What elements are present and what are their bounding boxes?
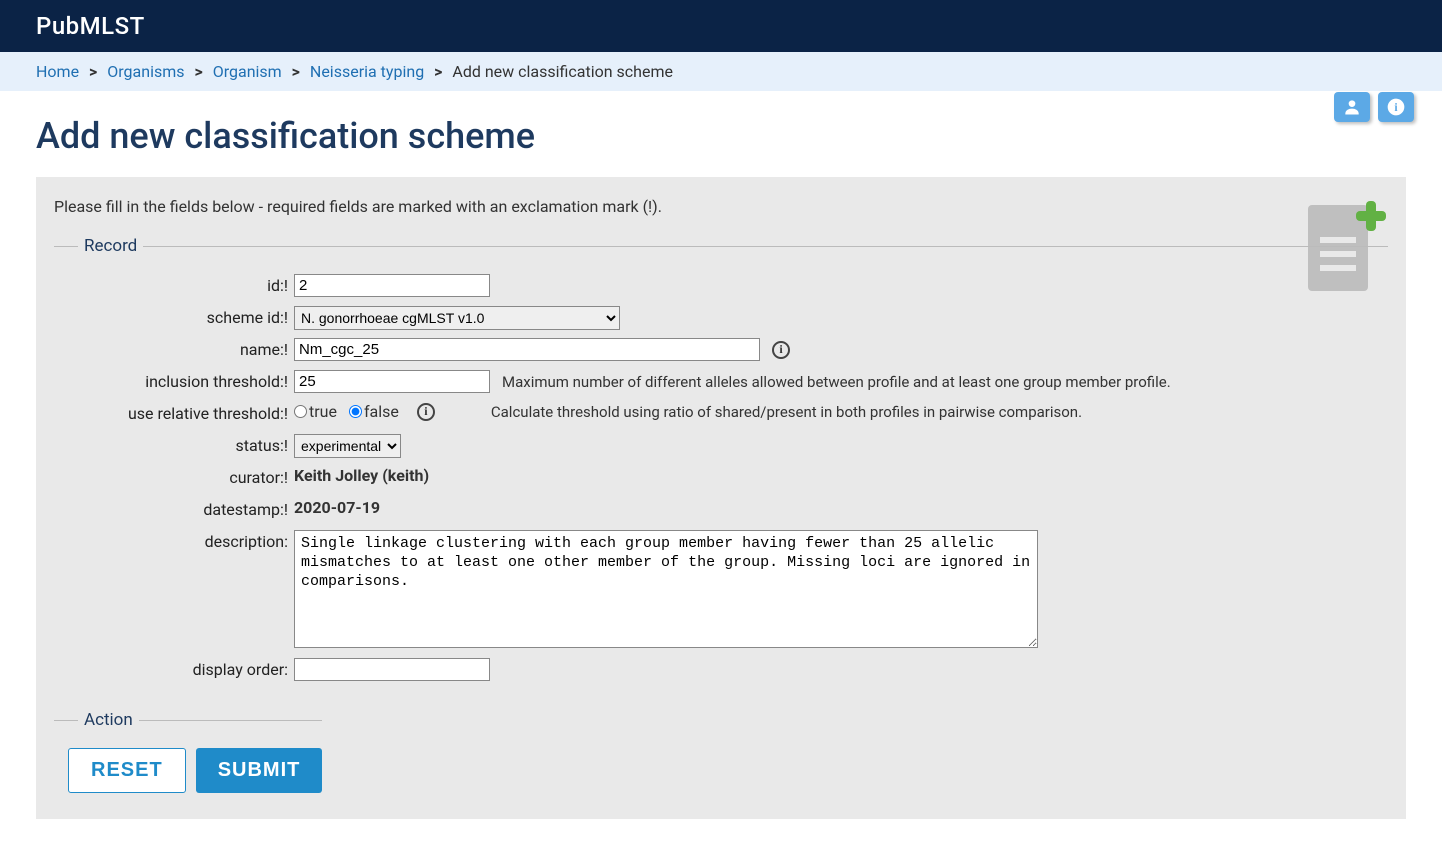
radio-false-label[interactable]: false xyxy=(364,402,399,421)
action-fieldset: Action RESET SUBMIT xyxy=(54,710,322,799)
radio-false[interactable] xyxy=(349,405,362,418)
breadcrumb-organisms[interactable]: Organisms xyxy=(107,62,184,81)
curator-value: Keith Jolley (keith) xyxy=(294,466,429,485)
radio-true[interactable] xyxy=(294,405,307,418)
breadcrumb-sep: > xyxy=(194,62,202,81)
help-info-button[interactable]: i xyxy=(1378,92,1414,122)
scheme-id-label: scheme id:! xyxy=(54,306,294,327)
breadcrumb-current: Add new classification scheme xyxy=(452,62,673,81)
datestamp-value: 2020-07-19 xyxy=(294,498,380,517)
info-icon: i xyxy=(1386,97,1406,117)
reset-button[interactable]: RESET xyxy=(68,748,186,793)
name-input[interactable] xyxy=(294,338,760,361)
top-bar: PubMLST xyxy=(0,0,1442,52)
breadcrumb-organism[interactable]: Organism xyxy=(213,62,282,81)
intro-text: Please fill in the fields below - requir… xyxy=(54,197,1388,216)
display-order-label: display order: xyxy=(54,658,294,679)
top-right-icons: i xyxy=(1334,92,1414,122)
name-info-icon[interactable]: i xyxy=(772,341,790,359)
inclusion-threshold-label: inclusion threshold:! xyxy=(54,370,294,391)
scheme-id-select[interactable]: N. gonorrhoeae cgMLST v1.0 xyxy=(294,306,620,330)
id-label: id:! xyxy=(54,274,294,295)
datestamp-label: datestamp:! xyxy=(54,498,294,519)
inclusion-threshold-hint: Maximum number of different alleles allo… xyxy=(502,373,1171,391)
description-textarea[interactable] xyxy=(294,530,1038,648)
breadcrumb-sep: > xyxy=(292,62,300,81)
use-relative-threshold-radios: true false i xyxy=(294,402,435,421)
use-relative-threshold-label: use relative threshold:! xyxy=(54,402,294,423)
status-select[interactable]: experimental xyxy=(294,434,401,458)
action-legend: Action xyxy=(78,710,139,730)
curator-label: curator:! xyxy=(54,466,294,487)
user-icon xyxy=(1342,97,1362,117)
record-fieldset: Record id:! scheme id:! N. gonorrhoeae c… xyxy=(54,236,1388,696)
status-label: status:! xyxy=(54,434,294,455)
name-label: name:! xyxy=(54,338,294,359)
display-order-input[interactable] xyxy=(294,658,490,681)
submit-button[interactable]: SUBMIT xyxy=(196,748,323,793)
id-input[interactable] xyxy=(294,274,490,297)
relative-threshold-hint: Calculate threshold using ratio of share… xyxy=(491,403,1082,421)
breadcrumb-sep: > xyxy=(89,62,97,81)
breadcrumb-sep: > xyxy=(434,62,442,81)
site-title[interactable]: PubMLST xyxy=(36,12,1406,40)
record-legend: Record xyxy=(78,236,143,256)
inclusion-threshold-input[interactable] xyxy=(294,370,490,393)
breadcrumb-home[interactable]: Home xyxy=(36,62,79,81)
breadcrumb-neisseria-typing[interactable]: Neisseria typing xyxy=(310,62,424,81)
user-account-button[interactable] xyxy=(1334,92,1370,122)
radio-true-label[interactable]: true xyxy=(309,402,337,421)
relative-threshold-info-icon[interactable]: i xyxy=(417,403,435,421)
form-panel: Please fill in the fields below - requir… xyxy=(36,177,1406,819)
page-title: Add new classification scheme xyxy=(36,115,1406,157)
description-label: description: xyxy=(54,530,294,551)
breadcrumb: Home > Organisms > Organism > Neisseria … xyxy=(0,52,1442,91)
